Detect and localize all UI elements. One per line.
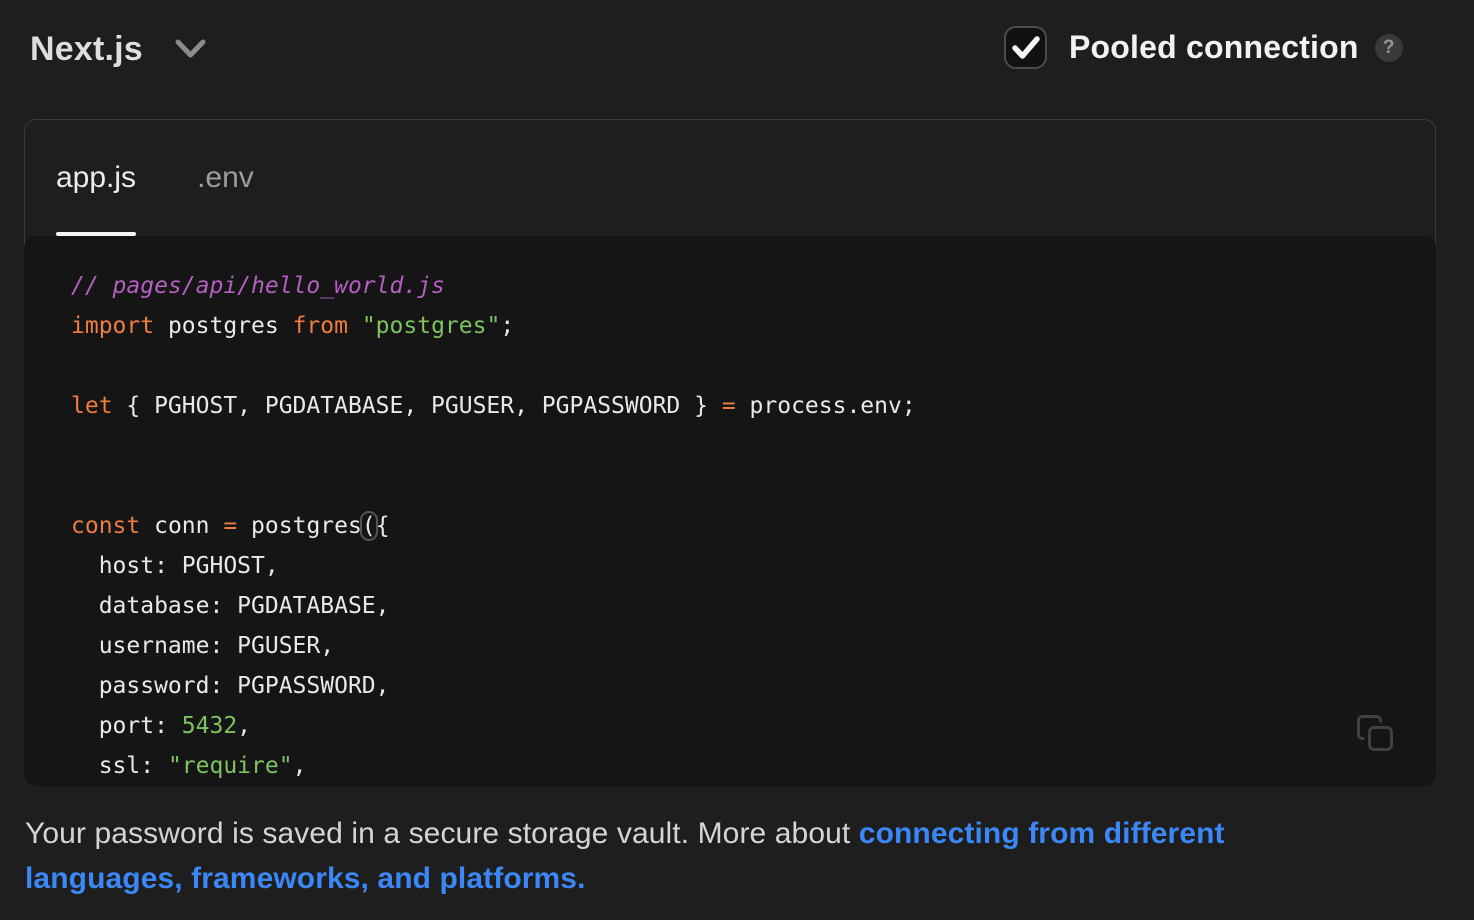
- chevron-down-icon: [175, 39, 206, 60]
- code-line: [71, 346, 1396, 386]
- copy-icon: [1353, 711, 1397, 755]
- code-line: // pages/api/hello_world.js: [71, 266, 1396, 306]
- tab-app-js[interactable]: app.js: [56, 120, 136, 236]
- tab-bar: app.js .env: [25, 120, 1435, 236]
- code-block: // pages/api/hello_world.jsimport postgr…: [24, 236, 1436, 786]
- pooled-connection-group: Pooled connection ?: [1004, 26, 1403, 69]
- code-line: const conn = postgres({: [71, 506, 1396, 546]
- code-line: [71, 426, 1396, 466]
- code-line: ssl: "require",: [71, 746, 1396, 786]
- pooled-connection-label: Pooled connection: [1069, 29, 1359, 66]
- code-line: database: PGDATABASE,: [71, 586, 1396, 626]
- checkmark-icon: [1012, 36, 1040, 60]
- help-icon[interactable]: ?: [1375, 34, 1403, 62]
- connection-snippet-card: app.js .env // pages/api/hello_world.jsi…: [24, 119, 1436, 786]
- code-line: let { PGHOST, PGDATABASE, PGUSER, PGPASS…: [71, 386, 1396, 426]
- code-line: port: 5432,: [71, 706, 1396, 746]
- code-line: import postgres from "postgres";: [71, 306, 1396, 346]
- framework-selector-label: Next.js: [30, 30, 143, 69]
- matched-bracket: (: [362, 513, 376, 539]
- password-vault-note: Your password is saved in a secure stora…: [25, 811, 1345, 901]
- code-line: username: PGUSER,: [71, 626, 1396, 666]
- code-line: [71, 466, 1396, 506]
- password-vault-note-text: Your password is saved in a secure stora…: [25, 817, 859, 850]
- code-content: // pages/api/hello_world.jsimport postgr…: [24, 236, 1436, 786]
- tab-env[interactable]: .env: [197, 120, 254, 236]
- code-line: host: PGHOST,: [71, 546, 1396, 586]
- copy-button[interactable]: [1352, 710, 1398, 756]
- framework-selector[interactable]: Next.js: [30, 30, 206, 69]
- pooled-connection-checkbox[interactable]: [1004, 26, 1047, 69]
- code-line: password: PGPASSWORD,: [71, 666, 1396, 706]
